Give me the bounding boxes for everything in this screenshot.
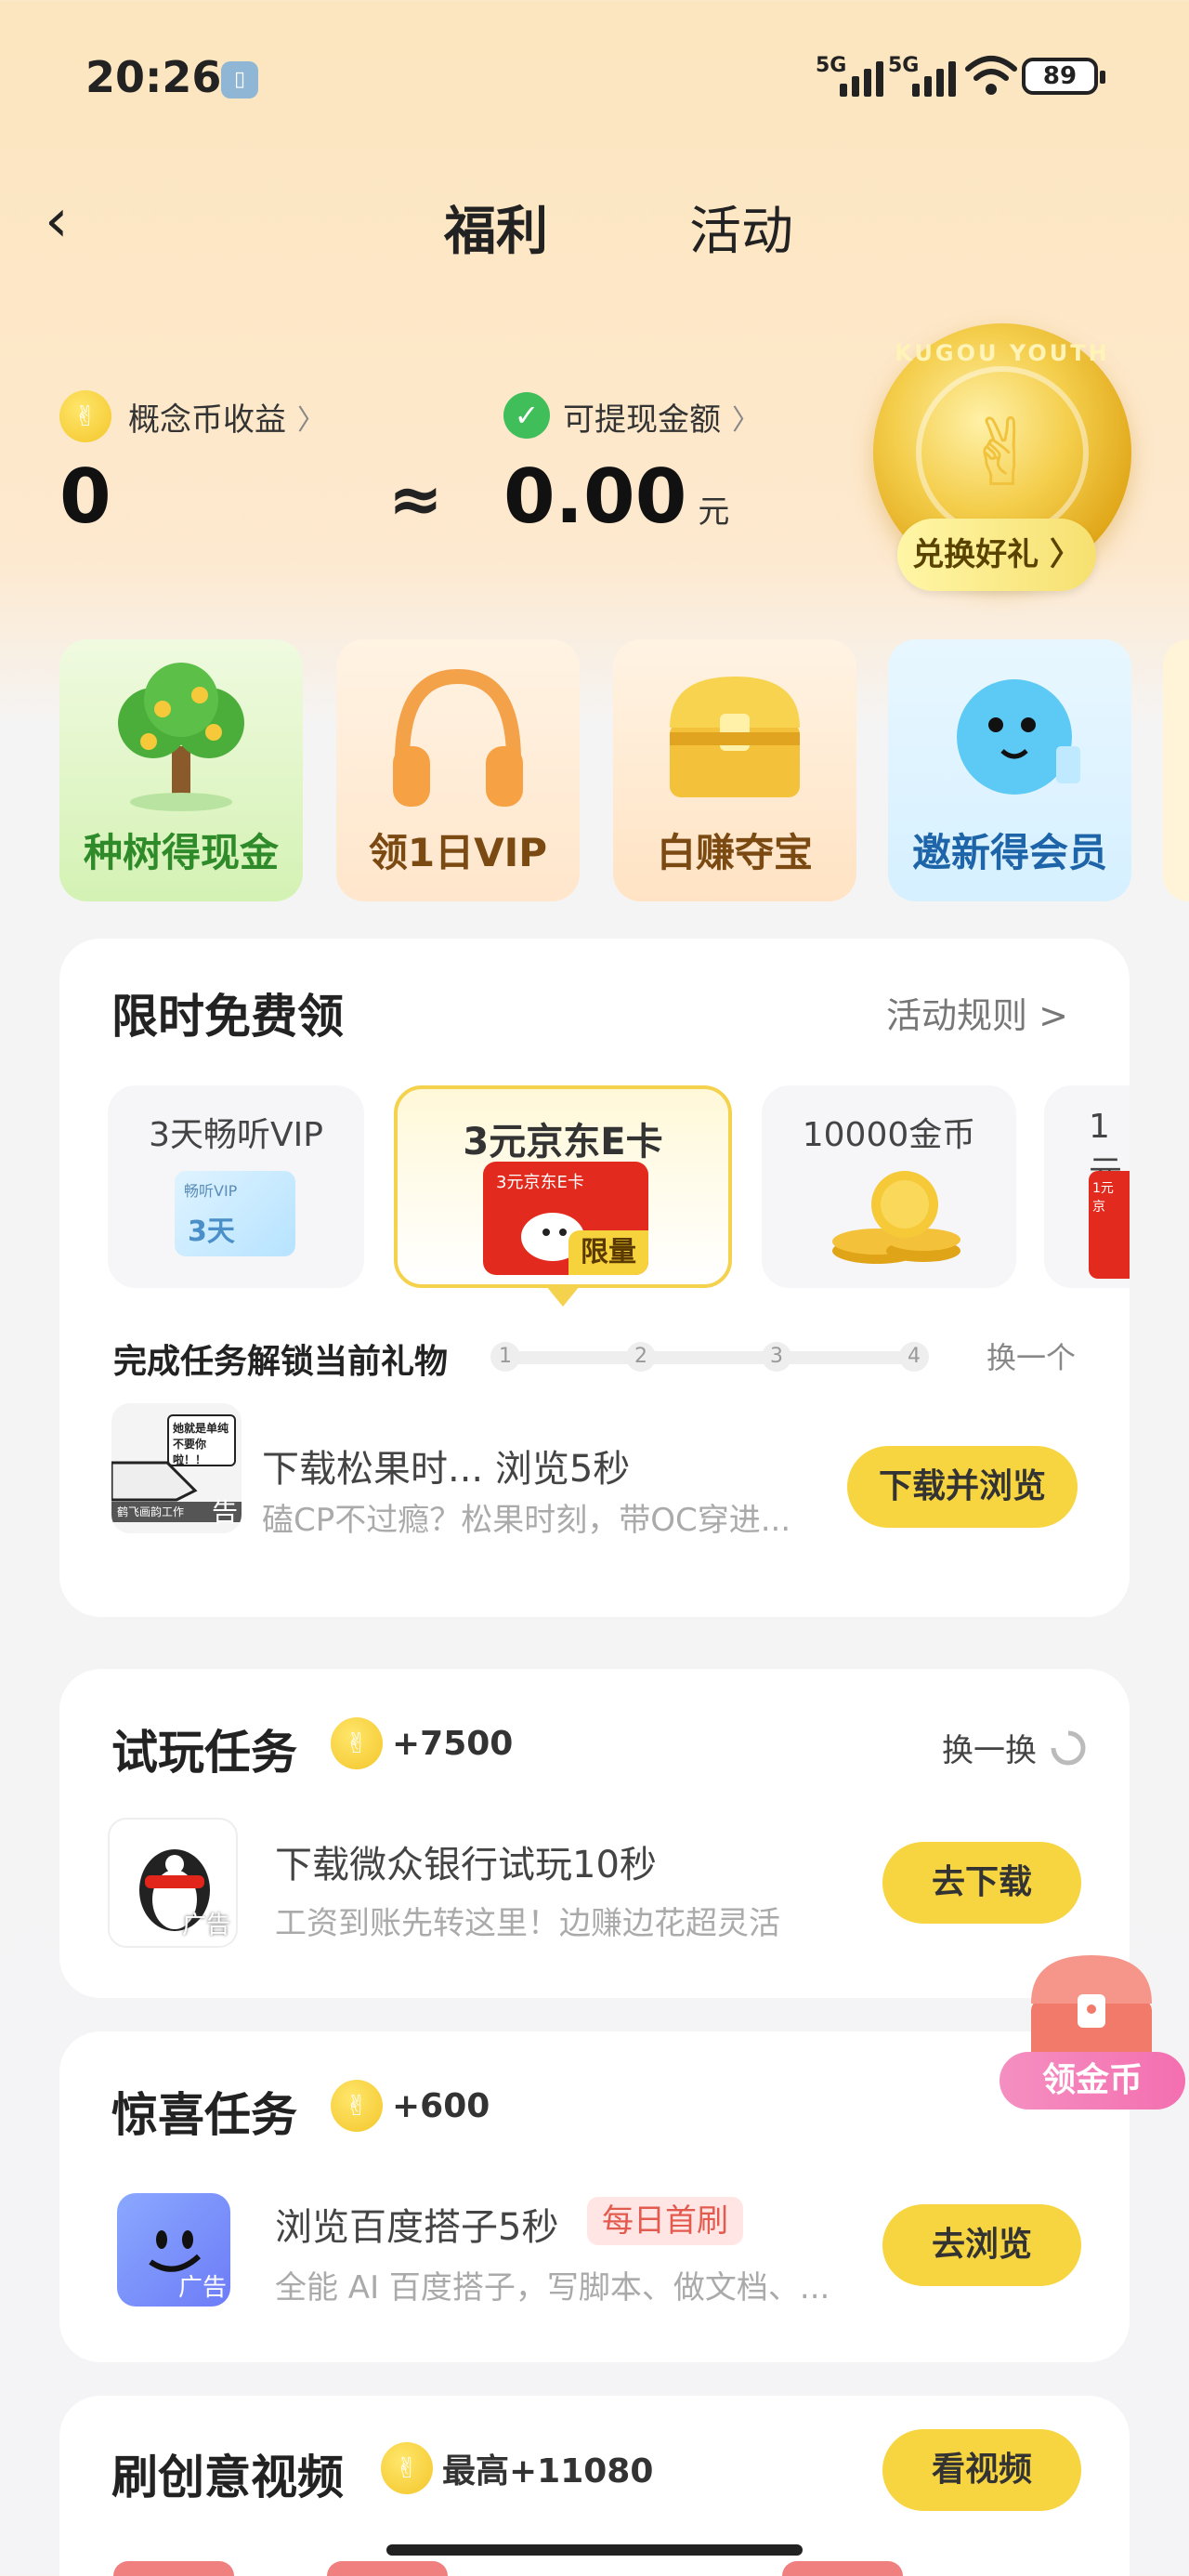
video-title: 刷创意视频 — [111, 2451, 344, 2504]
download-browse-button[interactable]: 下载并浏览 — [847, 1446, 1078, 1528]
webank-app-icon: 广告 — [108, 1818, 238, 1948]
unlock-hint: 完成任务解锁当前礼物 — [113, 1343, 449, 1381]
sim-card-icon: ▯ — [221, 61, 258, 99]
signal-bars-icon — [840, 54, 883, 97]
promo-next-peek[interactable] — [1163, 639, 1189, 901]
progress-step: 4 — [899, 1342, 929, 1372]
task-thumbnail: 她就是单纯不要你啦！！ 鹤飞画韵工作 告 — [111, 1403, 242, 1533]
ad-mark: 告 — [211, 1497, 238, 1528]
concept-coin-icon: ✌ — [331, 2080, 383, 2132]
exchange-gift-button[interactable]: 兑换好礼 〉 — [897, 519, 1096, 591]
gift-name: 3天畅听VIP — [149, 1116, 323, 1154]
surprise-title: 惊喜任务 — [111, 2088, 297, 2142]
limited-badge: 限量 — [568, 1230, 648, 1275]
mascot-icon — [888, 658, 1131, 816]
money-tree-icon — [59, 658, 303, 816]
promo-label: 种树得现金 — [83, 830, 279, 875]
task-subtitle: 磕CP不过瘾？松果时刻，带OC穿进... — [262, 1502, 791, 1539]
selected-gift-pointer — [546, 1286, 580, 1307]
jd-card-image: 3元京东E卡 限量 — [483, 1162, 648, 1275]
cash-value: 0.00 — [503, 453, 687, 540]
promo-plant-tree[interactable]: 种树得现金 — [59, 639, 303, 901]
trial-reward: ✌ +7500 — [331, 1717, 513, 1769]
activity-rules-link[interactable]: 活动规则 > — [886, 987, 1068, 1038]
cash-label: 可提现金额 — [563, 401, 721, 439]
video-reward: ✌ 最高+11080 — [381, 2442, 653, 2494]
task-title: 下载松果时... 浏览5秒 — [262, 1448, 631, 1491]
progress-step: 3 — [762, 1342, 791, 1372]
gift-card-jd[interactable]: 3元京东E卡 3元京东E卡 限量 — [394, 1085, 732, 1288]
concept-coin-icon: ✌ — [381, 2442, 433, 2494]
progress-step: 1 — [490, 1342, 520, 1372]
promo-label: 领1日VIP — [368, 830, 548, 875]
task-subtitle: 工资到账先转这里！边赚边花超灵活 — [275, 1905, 780, 1942]
promo-label: 白赚夺宝 — [656, 830, 813, 875]
refresh-icon — [1051, 1730, 1086, 1765]
wifi-icon — [965, 56, 1017, 95]
task-title: 下载微众银行试玩10秒 — [275, 1844, 657, 1886]
gift-card-vip[interactable]: 3天畅听VIP 畅听VIP 3天 — [108, 1085, 364, 1288]
refresh-button[interactable]: 换一换 — [942, 1725, 1089, 1770]
concept-coin-icon: ✌ — [331, 1717, 383, 1769]
approx-sign: ≈ — [388, 461, 443, 537]
task-title: 浏览百度搭子5秒 — [275, 2206, 559, 2249]
coin-hand-icon: ✌ — [916, 366, 1089, 539]
progress-track — [503, 1351, 921, 1364]
swap-task-button[interactable]: 换一个 — [986, 1334, 1076, 1377]
promo-treasure[interactable]: 白赚夺宝 — [613, 639, 856, 901]
free-gifts-title: 限时免费领 — [111, 990, 344, 1044]
task-subtitle: 全能 AI 百度搭子，写脚本、做文档、... — [275, 2269, 830, 2307]
headphones-icon — [336, 658, 580, 816]
go-download-button[interactable]: 去下载 — [882, 1842, 1081, 1924]
gift-name: 3元京东E卡 — [463, 1121, 663, 1163]
jd-card-image: 1元京 — [1089, 1171, 1130, 1279]
concept-coin-icon: ✌ — [59, 390, 111, 442]
cash-unit: 元 — [698, 493, 730, 531]
gift-card-coins[interactable]: 10000金币 — [762, 1085, 1016, 1288]
ad-mark: 广告 — [181, 1912, 230, 1939]
surprise-reward: ✌ +600 — [331, 2080, 490, 2132]
progress-step: 2 — [626, 1342, 656, 1372]
claim-coins-label: 领金币 — [1000, 2052, 1185, 2109]
cash-amount: 0.00 元 — [503, 453, 729, 540]
claim-coins-float[interactable]: 领金币 — [1000, 1952, 1185, 2111]
watch-video-button[interactable]: 看视频 — [882, 2429, 1081, 2511]
promo-label: 邀新得会员 — [911, 830, 1107, 875]
daily-first-badge: 每日首刷 — [587, 2197, 743, 2245]
promo-invite[interactable]: 邀新得会员 — [888, 639, 1131, 901]
cash-withdraw-link[interactable]: 可提现金额 〉 — [563, 394, 760, 440]
chevron-right-icon: 〉 — [732, 403, 760, 437]
status-time: 20:26 — [85, 52, 222, 102]
vip-card-image: 畅听VIP 3天 — [175, 1171, 295, 1256]
signal-bars-icon — [912, 54, 956, 97]
gift-card-partial[interactable]: 1元 1元京 — [1044, 1085, 1130, 1288]
coins-value: 0 — [59, 453, 111, 540]
video-thumb-peek — [327, 2561, 448, 2576]
check-icon: ✓ — [503, 392, 550, 439]
back-icon[interactable]: ‹ — [45, 191, 91, 251]
coins-label: 概念币收益 — [128, 401, 286, 439]
promo-vip-day[interactable]: 领1日VIP — [336, 639, 580, 901]
baidu-dazi-icon: 广告 — [117, 2193, 230, 2307]
go-browse-button[interactable]: 去浏览 — [882, 2204, 1081, 2286]
video-thumb-peek — [782, 2561, 903, 2576]
gift-name: 10000金币 — [802, 1116, 976, 1154]
ad-mark: 广告 — [177, 2274, 227, 2302]
coins-earnings-link[interactable]: 概念币收益 〉 — [128, 394, 325, 440]
trial-title: 试玩任务 — [111, 1726, 297, 1780]
tab-activity[interactable]: 活动 — [689, 190, 793, 265]
battery-indicator: 89 — [1022, 58, 1105, 95]
video-thumb-peek — [113, 2561, 234, 2576]
treasure-chest-icon — [613, 658, 856, 816]
coin-text: KUGOU YOUTH — [895, 340, 1110, 366]
coin-stack-icon — [832, 1171, 960, 1264]
home-indicator[interactable] — [386, 2544, 803, 2556]
chevron-right-icon: 〉 — [297, 403, 325, 437]
tab-welfare[interactable]: 福利 — [444, 190, 548, 265]
